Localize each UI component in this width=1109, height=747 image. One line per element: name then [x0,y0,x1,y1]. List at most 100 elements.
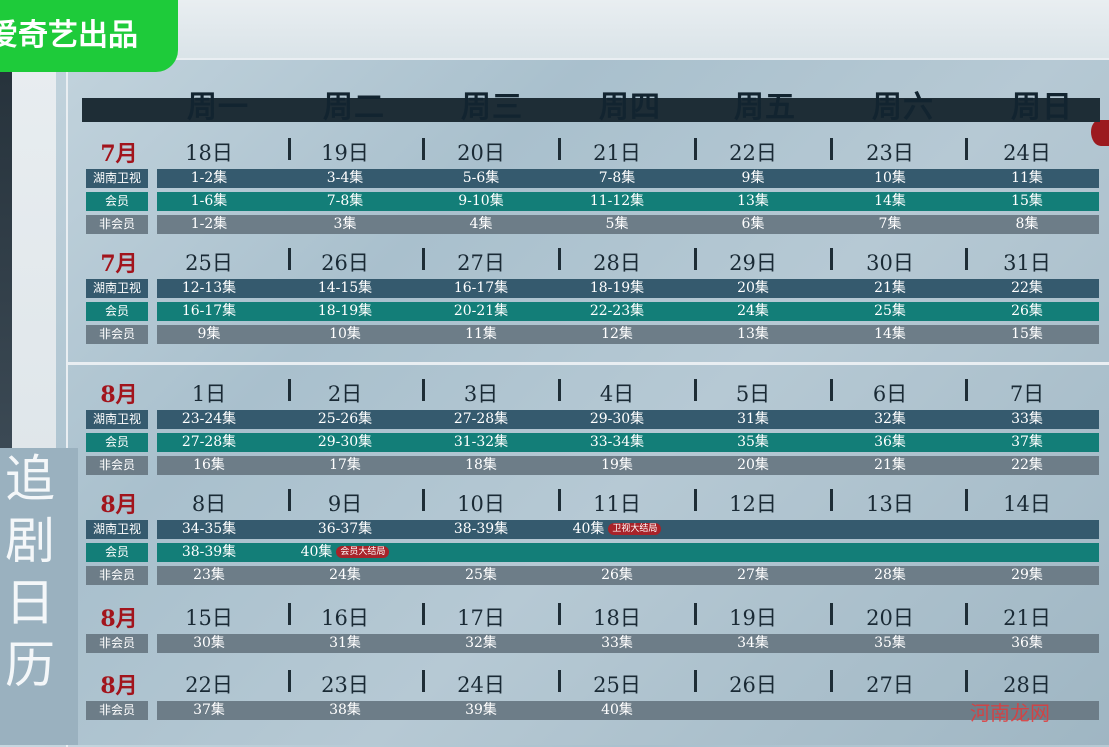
episode-cell: 22集 [962,279,1092,298]
date-separator [422,138,425,160]
episode-text: 5-6集 [462,170,500,186]
episode-cell: 3-4集 [280,169,410,188]
episode-cell: 29集 [962,566,1092,585]
episode-cell: 12-13集 [144,279,274,298]
episode-cell: 16集 [144,456,274,475]
finale-badge: 会员大结局 [336,546,390,558]
episode-text: 34-35集 [181,521,237,537]
episode-text: 13集 [737,193,769,209]
episode-text: 1-6集 [190,193,228,209]
row-label-nonvip: 非会员 [86,215,148,234]
episode-text: 35集 [737,434,769,450]
episode-cell: 29-30集 [552,410,682,429]
episode-text: 25-26集 [317,411,373,427]
episode-text: 36-37集 [317,521,373,537]
episode-cell: 18集 [416,456,546,475]
episode-cell: 31-32集 [416,433,546,452]
month-label: 8月 [100,382,138,408]
episode-cell: 20-21集 [416,302,546,321]
episode-cell: 13集 [688,325,818,344]
left-rail-dark-edge [0,60,12,460]
date-label: 9日 [327,492,363,516]
episode-text: 29-30集 [317,434,373,450]
episode-text: 20集 [737,280,769,296]
row-label-vip: 会员 [86,543,148,562]
date-separator [965,603,968,625]
episode-text: 17集 [329,457,361,473]
row-label-hunan: 湖南卫视 [86,520,148,539]
date-label: 24日 [1003,141,1051,165]
episode-text: 21集 [874,280,906,296]
episode-text: 38集 [329,702,361,718]
date-label: 2日 [327,382,363,406]
episode-text: 34集 [737,635,769,651]
episode-text: 21集 [874,457,906,473]
episode-text: 11-12集 [589,193,645,209]
episode-cell: 14集 [825,192,955,211]
episode-text: 6集 [741,216,765,232]
episode-text: 14-15集 [317,280,373,296]
episode-cell: 18-19集 [280,302,410,321]
episode-cell [416,543,546,562]
episode-text: 27-28集 [453,411,509,427]
row-label-nonvip: 非会员 [86,701,148,720]
episode-cell: 1-6集 [144,192,274,211]
episode-text: 16集 [193,457,225,473]
episode-cell: 21集 [825,279,955,298]
episode-cell: 1-2集 [144,215,274,234]
episode-text: 31集 [737,411,769,427]
episode-cell: 36-37集 [280,520,410,539]
episode-cell: 18-19集 [552,279,682,298]
date-label: 23日 [321,673,369,697]
episode-text: 24集 [329,567,361,583]
episode-text: 15集 [1011,326,1043,342]
month-label: 8月 [100,492,138,518]
weekday-label: 周三 [461,90,523,125]
row-label-nonvip: 非会员 [86,634,148,653]
episode-text: 38-39集 [181,544,237,560]
row-label-vip: 会员 [86,433,148,452]
episode-cell: 10集 [280,325,410,344]
date-separator [288,138,291,160]
episode-text: 23-24集 [181,411,237,427]
date-label: 8日 [191,492,227,516]
episode-cell [688,520,818,539]
episode-text: 14集 [874,326,906,342]
episode-text: 39集 [465,702,497,718]
episode-cell: 40集 会员大结局 [280,543,410,562]
episode-cell: 20集 [688,279,818,298]
episode-cell: 31集 [280,634,410,653]
episode-cell: 22集 [962,456,1092,475]
iqiyi-brand-badge: 爱奇艺出品 [0,0,178,72]
episode-text: 40集 [300,544,333,560]
date-label: 6日 [872,382,908,406]
date-separator [830,670,833,692]
date-separator [694,489,697,511]
date-label: 21日 [1003,606,1051,630]
episode-cell: 29-30集 [280,433,410,452]
date-separator [288,379,291,401]
episode-cell: 32集 [416,634,546,653]
row-label-hunan: 湖南卫视 [86,410,148,429]
episode-cell: 23-24集 [144,410,274,429]
episode-text: 10集 [874,170,906,186]
episode-cell: 33集 [552,634,682,653]
date-separator [694,248,697,270]
episode-cell: 27集 [688,566,818,585]
episode-cell: 12集 [552,325,682,344]
episode-cell: 9集 [688,169,818,188]
episode-text: 20-21集 [453,303,509,319]
episode-cell: 7-8集 [552,169,682,188]
episode-cell: 8集 [962,215,1092,234]
row-label-nonvip: 非会员 [86,456,148,475]
episode-cell: 32集 [825,410,955,429]
episode-text: 38-39集 [453,521,509,537]
episode-cell: 3集 [280,215,410,234]
date-label: 13日 [866,492,914,516]
row-label-nonvip: 非会员 [86,566,148,585]
date-label: 14日 [1003,492,1051,516]
weekday-label: 周四 [599,90,661,125]
episode-cell: 11集 [416,325,546,344]
episode-text: 29-30集 [589,411,645,427]
episode-cell: 20集 [688,456,818,475]
